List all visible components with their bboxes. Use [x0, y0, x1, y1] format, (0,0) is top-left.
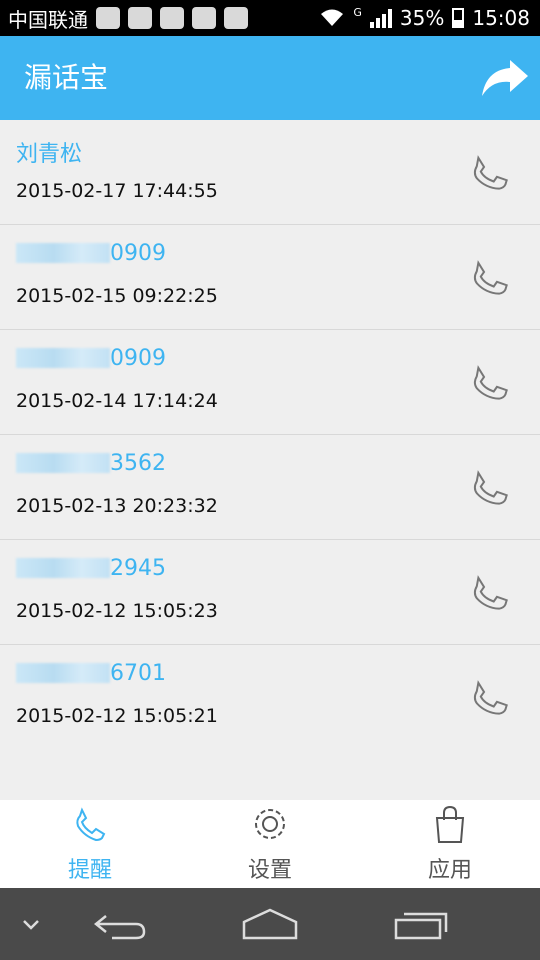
tab-apps-label: 应用 [427, 858, 472, 883]
call-time: 2015-02-12 15:05:23 [16, 600, 218, 622]
system-navigation-bar [0, 888, 540, 960]
bottom-tab-bar: 提醒 设置 应用 [0, 800, 540, 888]
masked-number [16, 348, 110, 368]
call-button-phone-icon[interactable] [468, 570, 512, 614]
caller-name: 0909 [16, 241, 166, 266]
app-title: 漏话宝 [24, 61, 109, 94]
call-time: 2015-02-14 17:14:24 [16, 390, 218, 412]
shopping-bag-icon [435, 805, 465, 843]
number-suffix: 2945 [110, 556, 166, 581]
caller-name: 6701 [16, 661, 166, 686]
call-button-phone-icon[interactable] [468, 150, 512, 194]
missed-call-list: 刘青松 2015-02-17 17:44:55 0909 2015-02-15 09:… [0, 120, 540, 724]
call-row[interactable]: 2945 2015-02-12 15:05:23 [0, 540, 540, 645]
number-suffix: 6701 [110, 661, 166, 686]
masked-number [16, 663, 110, 683]
app-store-icon [224, 7, 248, 29]
call-time: 2015-02-15 09:22:25 [16, 285, 218, 307]
tab-apps[interactable]: 应用 [360, 800, 540, 888]
masked-number [16, 243, 110, 263]
call-time: 2015-02-12 15:05:21 [16, 705, 218, 724]
call-row[interactable]: 6701 2015-02-12 15:05:21 [0, 645, 540, 724]
call-time: 2015-02-17 17:44:55 [16, 180, 218, 202]
back-icon[interactable] [92, 906, 148, 942]
caller-name: 刘青松 [16, 142, 83, 167]
tab-settings[interactable]: 设置 [180, 800, 360, 888]
status-bar-right: G 35% 15:08 [319, 0, 530, 36]
carrier-name: 中国联通 [8, 7, 88, 32]
call-row[interactable]: 3562 2015-02-13 20:23:32 [0, 435, 540, 540]
notification-icon [96, 7, 120, 29]
caller-name: 2945 [16, 556, 166, 581]
network-type: G [353, 6, 362, 19]
share-arrow-icon[interactable] [480, 56, 530, 100]
caller-name: 3562 [16, 451, 166, 476]
phone-icon [76, 807, 106, 842]
battery-icon [452, 8, 465, 28]
number-suffix: 3562 [110, 451, 166, 476]
collapse-chevron-icon[interactable] [20, 906, 42, 942]
recent-apps-icon[interactable] [392, 906, 450, 942]
number-suffix: 0909 [110, 346, 166, 371]
call-row[interactable]: 刘青松 2015-02-17 17:44:55 [0, 120, 540, 225]
wechat-icon [128, 7, 152, 29]
call-button-phone-icon[interactable] [468, 255, 512, 299]
call-button-phone-icon[interactable] [468, 675, 512, 719]
call-row[interactable]: 0909 2015-02-14 17:14:24 [0, 330, 540, 435]
battery-percent: 35% [399, 6, 445, 30]
call-button-phone-icon[interactable] [468, 465, 512, 509]
app-bar: 漏话宝 [0, 36, 540, 120]
browser-icon [160, 7, 184, 29]
call-time: 2015-02-13 20:23:32 [16, 495, 218, 517]
tab-remind[interactable]: 提醒 [0, 800, 180, 888]
tab-settings-label: 设置 [247, 858, 292, 883]
status-bar: 中国联通 G 35% 15:08 [0, 0, 540, 36]
number-suffix: 0909 [110, 241, 166, 266]
warning-icon [192, 7, 216, 29]
masked-number [16, 558, 110, 578]
tab-remind-label: 提醒 [67, 858, 112, 883]
masked-number [16, 453, 110, 473]
wifi-icon [321, 9, 344, 26]
status-bar-left: 中国联通 [8, 0, 248, 36]
home-icon[interactable] [240, 906, 300, 942]
gear-icon [255, 809, 285, 839]
caller-name: 0909 [16, 346, 166, 371]
clock: 15:08 [472, 6, 530, 30]
call-button-phone-icon[interactable] [468, 360, 512, 404]
signal-strength-icon [369, 8, 392, 28]
call-row[interactable]: 0909 2015-02-15 09:22:25 [0, 225, 540, 330]
